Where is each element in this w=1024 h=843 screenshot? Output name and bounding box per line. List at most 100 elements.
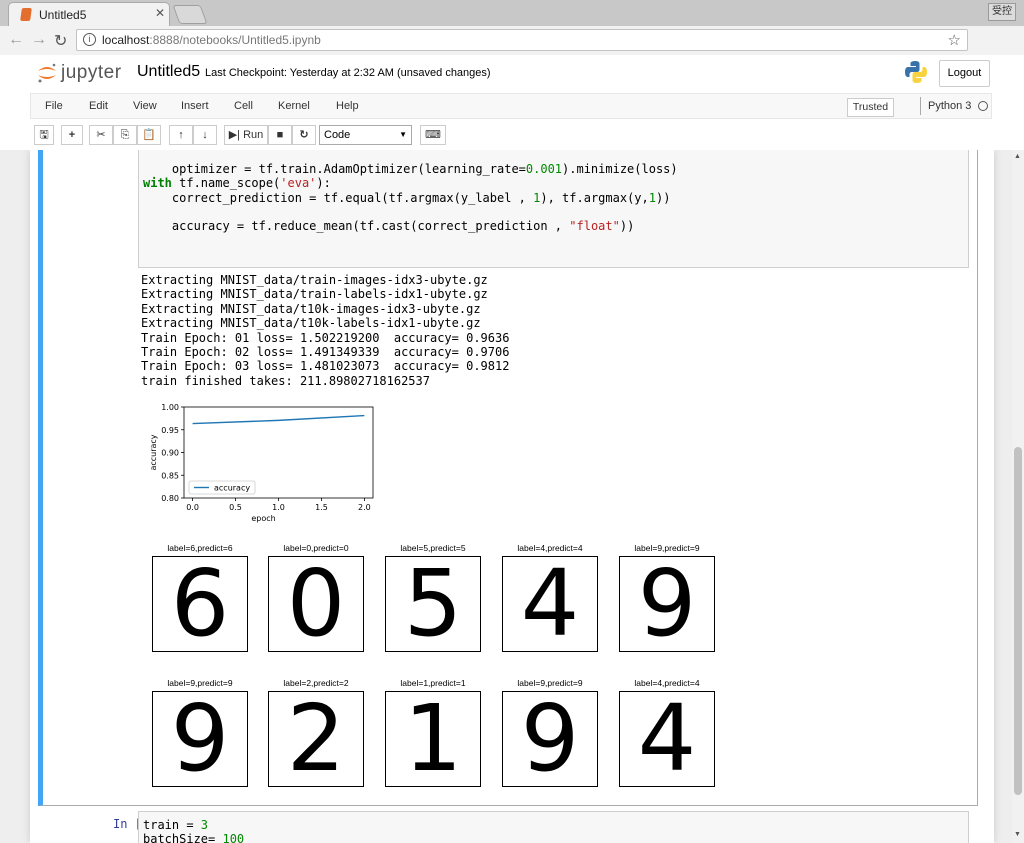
copy-button[interactable]: ⎘ bbox=[113, 125, 137, 145]
digit-image: 9 bbox=[502, 691, 598, 787]
kernel-divider bbox=[920, 97, 921, 115]
digit-glyph: 9 bbox=[637, 550, 697, 657]
menu-bar: File Edit View Insert Cell Kernel Help T… bbox=[30, 93, 992, 119]
digit-glyph: 9 bbox=[520, 685, 580, 792]
plus-icon: + bbox=[68, 129, 76, 141]
bookmark-star-icon[interactable]: ☆ bbox=[948, 31, 961, 49]
back-arrow-icon[interactable]: ← bbox=[8, 31, 24, 49]
run-label: ▶| Run bbox=[228, 129, 264, 141]
y-axis-label: accuracy bbox=[149, 434, 158, 470]
output-line: Train Epoch: 01 loss= 1.502219200 accura… bbox=[141, 330, 510, 345]
menu-edit[interactable]: Edit bbox=[89, 100, 108, 112]
output-line: Train Epoch: 02 loss= 1.491349339 accura… bbox=[141, 345, 510, 359]
digit-glyph: 2 bbox=[286, 685, 346, 792]
reload-icon[interactable]: ↻ bbox=[54, 31, 67, 51]
trusted-badge[interactable]: Trusted bbox=[847, 98, 894, 117]
move-down-button[interactable]: ↓ bbox=[193, 125, 217, 145]
save-button[interactable]: 🖫 bbox=[34, 125, 54, 145]
menu-kernel[interactable]: Kernel bbox=[278, 100, 310, 112]
restart-button[interactable]: ↻ bbox=[292, 125, 316, 145]
site-info-icon[interactable]: i bbox=[83, 33, 96, 46]
address-bar: ← → ↻ i localhost:8888/notebooks/Untitle… bbox=[0, 26, 1024, 78]
code-line: correct_prediction = tf.equal(tf.argmax(… bbox=[143, 191, 671, 205]
arrow-down-icon: ↓ bbox=[202, 129, 208, 141]
x-axis-label: epoch bbox=[251, 514, 275, 523]
jupyter-logo-icon bbox=[38, 63, 56, 83]
move-up-button[interactable]: ↑ bbox=[169, 125, 193, 145]
x-tick-label: 2.0 bbox=[358, 503, 371, 512]
interrupt-button[interactable]: ■ bbox=[268, 125, 292, 145]
output-line: train finished takes: 211.89802718162537 bbox=[141, 373, 430, 388]
digit-glyph: 6 bbox=[170, 550, 230, 657]
y-tick-label: 0.80 bbox=[161, 494, 179, 503]
page-scrollbar[interactable]: ▲ ▼ bbox=[1012, 150, 1024, 843]
scroll-thumb[interactable] bbox=[1014, 447, 1022, 795]
kernel-name[interactable]: Python 3 bbox=[928, 100, 971, 112]
code-line: batchSize= 100 bbox=[143, 832, 245, 843]
restart-icon: ↻ bbox=[299, 129, 309, 141]
code-line: optimizer = tf.train.AdamOptimizer(learn… bbox=[143, 162, 678, 176]
menu-insert[interactable]: Insert bbox=[181, 100, 209, 112]
stop-icon: ■ bbox=[276, 129, 284, 141]
digit-image: 5 bbox=[385, 556, 481, 652]
y-tick-label: 0.95 bbox=[161, 426, 179, 435]
browser-tab[interactable]: Untitled5 ✕ bbox=[8, 2, 170, 26]
menu-cell[interactable]: Cell bbox=[234, 100, 253, 112]
notebook-toolbar: 🖫 + ✂ ⎘ 📋 ↑ ↓ ▶| Run ■ ↻ Code ▼ ⌨ bbox=[30, 125, 992, 147]
menu-help[interactable]: Help bbox=[336, 100, 359, 112]
code-line: accuracy = tf.reduce_mean(tf.cast(correc… bbox=[143, 219, 635, 233]
digit-image: 0 bbox=[268, 556, 364, 652]
scroll-down-icon[interactable]: ▼ bbox=[1014, 831, 1021, 838]
command-palette-button[interactable]: ⌨ bbox=[420, 125, 446, 145]
x-tick-label: 1.0 bbox=[272, 503, 285, 512]
cell-type-value: Code bbox=[324, 129, 351, 141]
python-logo-icon bbox=[905, 61, 927, 83]
jupyter-favicon-icon bbox=[20, 8, 32, 21]
insert-cell-button[interactable]: + bbox=[61, 125, 83, 145]
x-tick-label: 1.5 bbox=[315, 503, 328, 512]
scissors-icon: ✂ bbox=[96, 129, 106, 141]
digit-image: 1 bbox=[385, 691, 481, 787]
cell-type-select[interactable]: Code ▼ bbox=[319, 125, 412, 145]
logout-button[interactable]: Logout bbox=[939, 60, 990, 87]
run-button[interactable]: ▶| Run bbox=[224, 125, 268, 145]
tab-close-icon[interactable]: ✕ bbox=[155, 6, 165, 20]
digit-glyph: 9 bbox=[170, 685, 230, 792]
output-line: Train Epoch: 03 loss= 1.481023073 accura… bbox=[141, 359, 510, 374]
y-tick-label: 0.90 bbox=[161, 449, 179, 458]
copy-icon: ⎘ bbox=[120, 129, 130, 141]
y-tick-label: 0.85 bbox=[161, 471, 179, 480]
menu-file[interactable]: File bbox=[45, 100, 63, 112]
code-editor[interactable]: optimizer = tf.train.AdamOptimizer(learn… bbox=[138, 150, 969, 268]
digit-glyph: 0 bbox=[286, 550, 346, 657]
digit-image: 2 bbox=[268, 691, 364, 787]
save-icon: 🖫 bbox=[39, 129, 49, 141]
digit-image: 4 bbox=[502, 556, 598, 652]
new-tab-button[interactable] bbox=[172, 5, 208, 24]
notebook-name[interactable]: Untitled5 bbox=[137, 63, 200, 81]
paste-button[interactable]: 📋 bbox=[137, 125, 161, 145]
menu-view[interactable]: View bbox=[133, 100, 157, 112]
url-input[interactable]: i localhost:8888/notebooks/Untitled5.ipy… bbox=[76, 29, 968, 51]
digit-glyph: 4 bbox=[520, 550, 580, 657]
arrow-up-icon: ↑ bbox=[178, 129, 184, 141]
output-line: Extracting MNIST_data/t10k-images-idx3-u… bbox=[141, 301, 481, 316]
notebook-area: optimizer = tf.train.AdamOptimizer(learn… bbox=[0, 150, 1012, 843]
cut-button[interactable]: ✂ bbox=[89, 125, 113, 145]
output-line: Extracting MNIST_data/t10k-labels-idx1-u… bbox=[141, 316, 481, 331]
x-tick-label: 0.5 bbox=[229, 503, 242, 512]
url-text: localhost:8888/notebooks/Untitled5.ipynb bbox=[102, 33, 321, 47]
forward-arrow-icon[interactable]: → bbox=[31, 31, 47, 49]
jupyter-logo-text[interactable]: jupyter bbox=[61, 62, 122, 84]
kernel-idle-icon bbox=[978, 101, 988, 111]
code-line: train = 3 bbox=[143, 818, 209, 832]
digit-glyph: 1 bbox=[403, 685, 463, 792]
code-editor-next[interactable]: train = 3 batchSize= 100 bbox=[138, 811, 969, 843]
scroll-up-icon[interactable]: ▲ bbox=[1014, 153, 1021, 160]
y-tick-label: 1.00 bbox=[161, 403, 179, 412]
output-line: Extracting MNIST_data/train-images-idx3-… bbox=[141, 273, 488, 287]
legend-label: accuracy bbox=[214, 484, 250, 493]
checkpoint-status: Last Checkpoint: Yesterday at 2:32 AM (u… bbox=[205, 67, 491, 79]
jupyter-header: jupyter Untitled5 Last Checkpoint: Yeste… bbox=[0, 55, 1024, 151]
digit-image: 9 bbox=[619, 556, 715, 652]
